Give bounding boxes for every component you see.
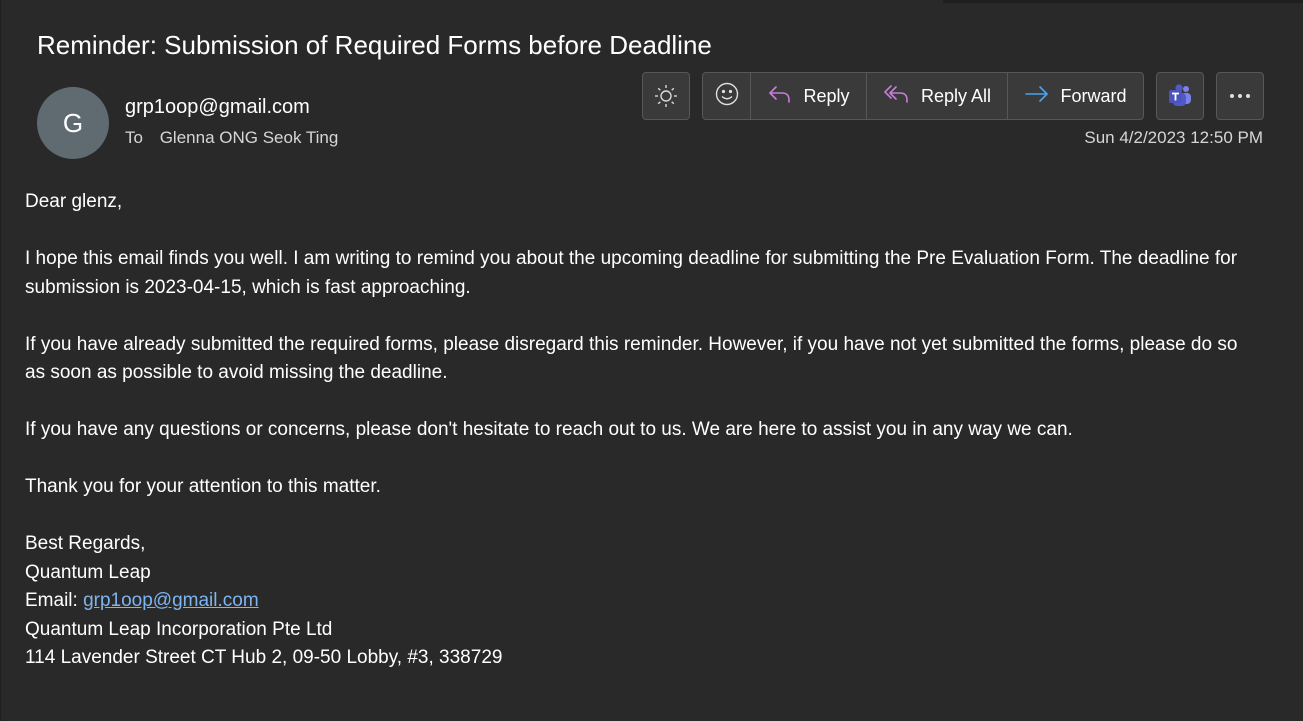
signature-closing: Best Regards,: [25, 533, 146, 554]
reply-all-icon: [883, 82, 911, 111]
response-actions-group: Reply Reply All Forward: [702, 72, 1144, 120]
greeting: Dear glenz,: [25, 191, 123, 212]
forward-button[interactable]: Forward: [1008, 73, 1143, 119]
sender-address[interactable]: grp1oop@gmail.com: [125, 96, 310, 119]
title-bar-edge: [943, 0, 1303, 3]
reply-icon: [767, 82, 793, 111]
email-subject: Reminder: Submission of Required Forms b…: [37, 30, 712, 60]
signature-email-label: Email:: [25, 590, 84, 611]
recipient-name[interactable]: Glenna ONG Seok Ting: [160, 128, 339, 147]
more-icon: [1227, 92, 1253, 100]
sent-date: Sun 4/2/2023 12:50 PM: [1084, 128, 1263, 147]
teams-icon: [1166, 82, 1194, 110]
signature-name: Quantum Leap: [25, 561, 151, 583]
avatar-initial: G: [62, 107, 84, 138]
reply-label: Reply: [803, 85, 850, 106]
signature-address: 114 Lavender Street CT Hub 2, 09-50 Lobb…: [25, 647, 503, 668]
body-paragraph: Thank you for your attention to this mat…: [25, 476, 381, 497]
signature-email-link[interactable]: grp1oop@gmail.com: [83, 590, 259, 611]
reply-all-label: Reply All: [920, 85, 992, 106]
switch-background-button[interactable]: [642, 72, 690, 120]
email-body: Dear glenz, I hope this email finds you …: [25, 188, 1245, 673]
body-paragraph: If you have any questions or concerns, p…: [25, 419, 1073, 440]
body-paragraph: I hope this email finds you well. I am w…: [25, 248, 1238, 298]
emoji-reaction-button[interactable]: [703, 73, 751, 119]
teams-share-button[interactable]: [1156, 72, 1204, 120]
forward-arrow-icon: [1024, 83, 1050, 110]
smiley-icon: [714, 81, 740, 112]
body-paragraph: If you have already submitted the requir…: [25, 333, 1238, 384]
reply-button[interactable]: Reply: [751, 73, 867, 119]
recipient-line: To Glenna ONG Seok Ting: [125, 128, 338, 148]
more-actions-button[interactable]: [1216, 72, 1264, 120]
signature-email-line: Email: grp1oop@gmail.com: [25, 587, 1245, 616]
email-reading-pane: Reminder: Submission of Required Forms b…: [0, 0, 1303, 721]
forward-label: Forward: [1060, 85, 1127, 106]
sender-avatar[interactable]: G: [37, 87, 109, 159]
to-label: To: [125, 128, 143, 147]
signature-company: Quantum Leap Incorporation Pte Ltd: [25, 618, 333, 640]
reply-all-button[interactable]: Reply All: [867, 73, 1008, 119]
sun-icon: [653, 83, 679, 109]
